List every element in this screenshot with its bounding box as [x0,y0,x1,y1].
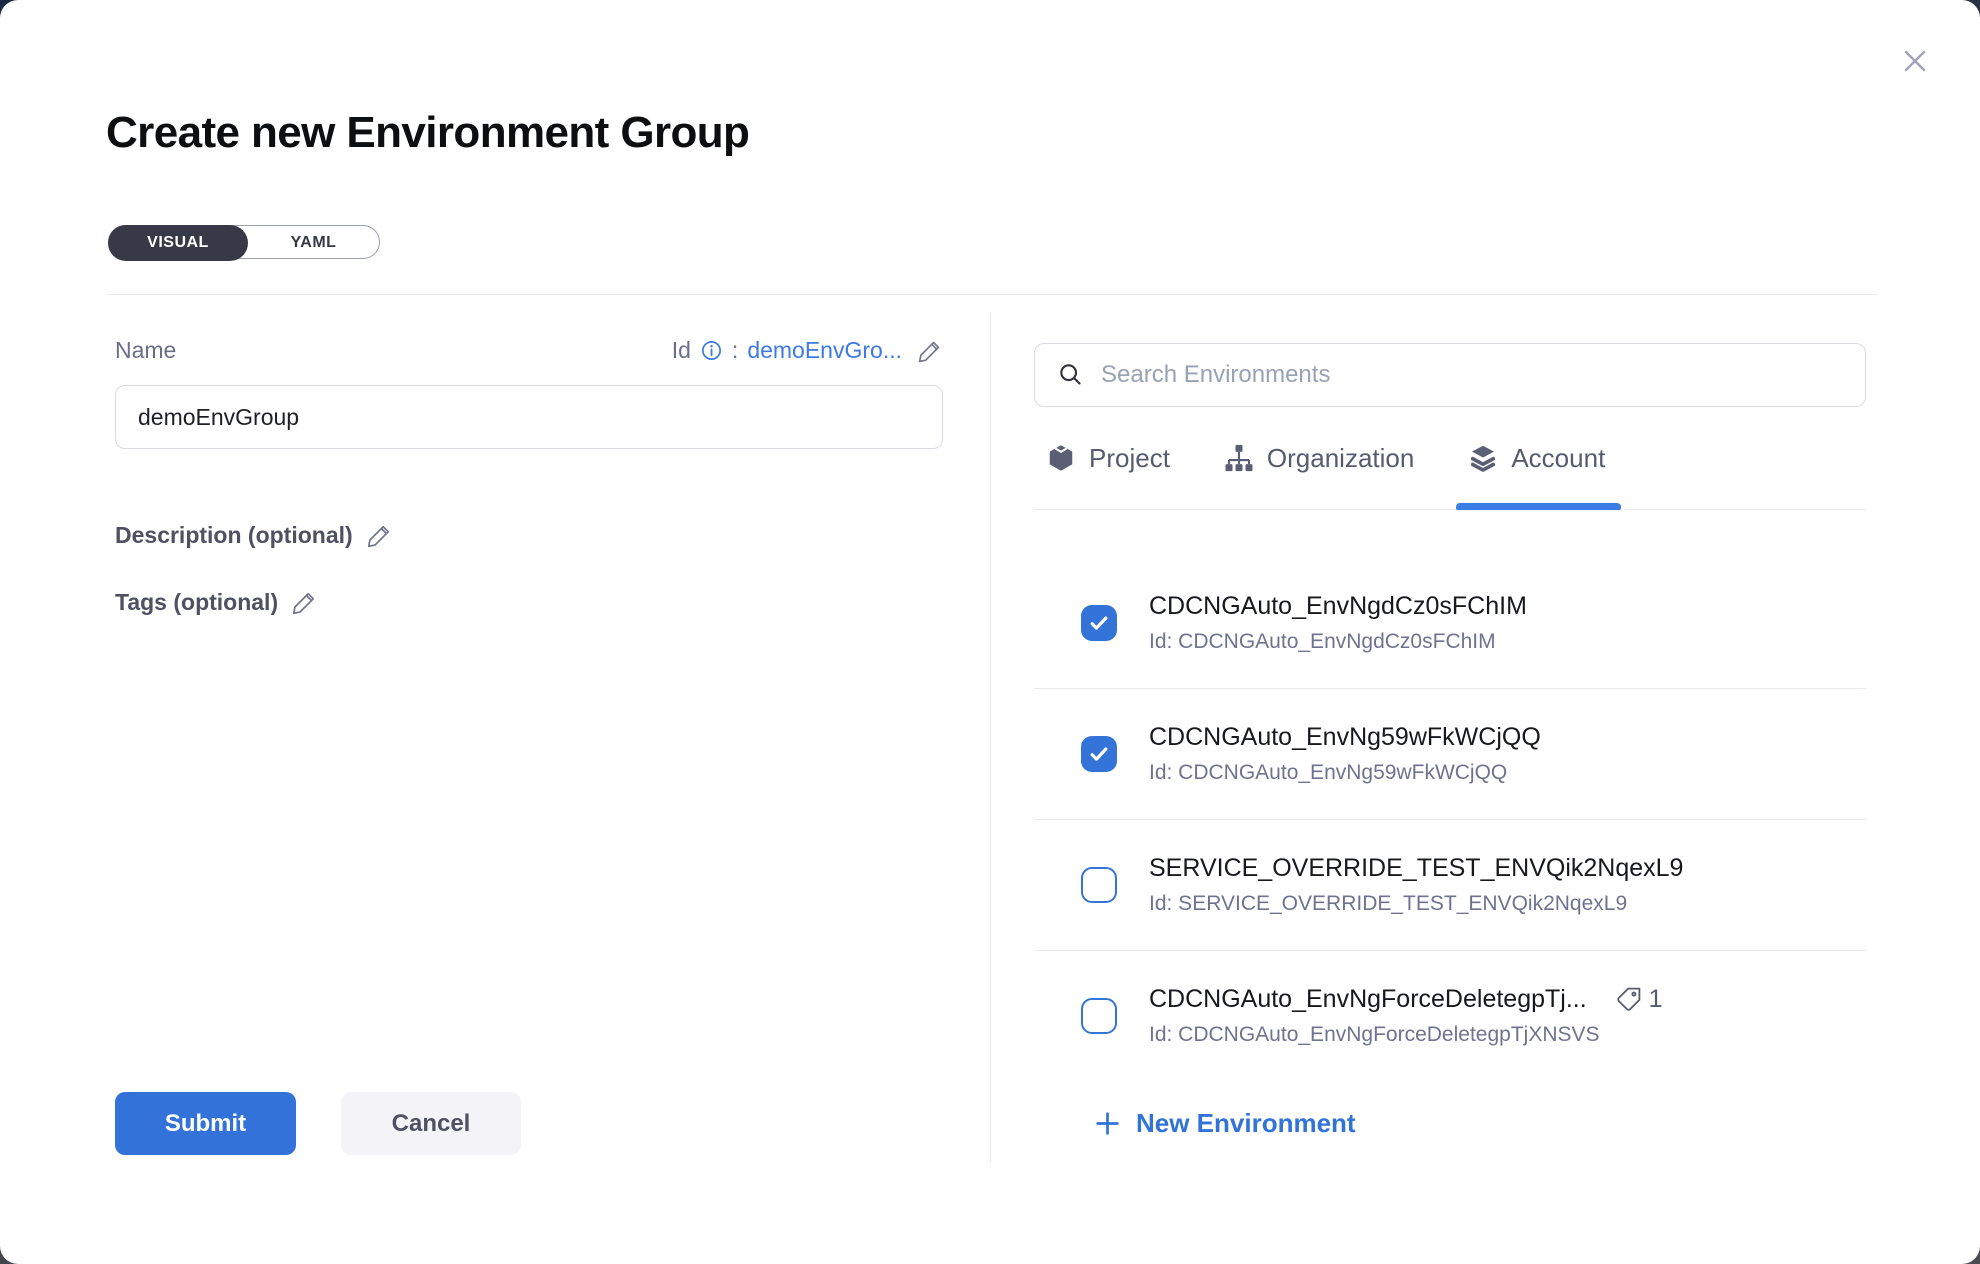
tab-account-label: Account [1511,443,1605,474]
cancel-button[interactable]: Cancel [341,1092,521,1155]
env-checkbox[interactable] [1081,867,1117,903]
env-tag-badge: 1 [1615,985,1663,1014]
cube-icon [1046,443,1076,473]
environment-row[interactable]: CDCNGAuto_EnvNgdCz0sFChIM Id: CDCNGAuto_… [1034,558,1866,689]
environment-row[interactable]: SERVICE_OVERRIDE_TEST_ENVQik2NqexL9 Id: … [1034,820,1866,951]
env-name-line: CDCNGAuto_EnvNgdCz0sFChIM [1149,592,1527,621]
org-chart-icon [1224,443,1254,473]
search-icon [1057,361,1085,389]
env-id: Id: SERVICE_OVERRIDE_TEST_ENVQik2NqexL9 [1149,892,1683,916]
env-id: Id: CDCNGAuto_EnvNg59wFkWCjQQ [1149,761,1541,785]
env-name: SERVICE_OVERRIDE_TEST_ENVQik2NqexL9 [1149,854,1683,883]
tab-organization-label: Organization [1267,443,1414,474]
env-id: Id: CDCNGAuto_EnvNgForceDeletegpTjXNSVS [1149,1023,1663,1047]
edit-description-pencil-icon[interactable] [366,522,393,549]
env-checkbox[interactable] [1081,998,1117,1034]
create-environment-group-dialog: Create new Environment Group VISUAL YAML… [0,0,1980,1264]
form-pane: Name Id : demoEnvGro... Description (opt… [115,295,943,616]
environment-list: CDCNGAuto_EnvNgdCz0sFChIM Id: CDCNGAuto_… [1034,510,1866,1051]
env-name-line: CDCNGAuto_EnvNgForceDeletegpTj... 1 [1149,985,1663,1014]
env-name-line: CDCNGAuto_EnvNg59wFkWCjQQ [1149,723,1541,752]
env-text: CDCNGAuto_EnvNgdCz0sFChIM Id: CDCNGAuto_… [1149,592,1527,654]
name-input[interactable] [115,385,943,449]
scope-tabs: Project Organization Account [1034,407,1866,510]
edit-tags-pencil-icon[interactable] [291,589,318,616]
info-icon[interactable] [700,339,723,362]
id-colon: : [732,337,738,364]
environment-group-id-link[interactable]: demoEnvGro... [747,337,902,364]
description-label: Description (optional) [115,522,353,549]
tag-icon [1615,986,1642,1013]
tag-count: 1 [1649,985,1663,1014]
action-buttons: Submit Cancel [115,1092,521,1155]
tab-project[interactable]: Project [1046,407,1170,509]
tab-project-label: Project [1089,443,1170,474]
env-name: CDCNGAuto_EnvNg59wFkWCjQQ [1149,723,1541,752]
close-icon [1895,41,1935,81]
search-environments-input[interactable] [1101,361,1843,389]
env-checkbox[interactable] [1081,605,1117,641]
env-checkbox[interactable] [1081,736,1117,772]
check-icon [1087,742,1111,766]
env-text: CDCNGAuto_EnvNg59wFkWCjQQ Id: CDCNGAuto_… [1149,723,1541,785]
plus-icon [1093,1109,1122,1138]
layers-icon [1468,443,1498,473]
visual-yaml-toggle: VISUAL YAML [108,225,380,259]
environment-row[interactable]: CDCNGAuto_EnvNg59wFkWCjQQ Id: CDCNGAuto_… [1034,689,1866,820]
env-text: CDCNGAuto_EnvNgForceDeletegpTj... 1 Id: … [1149,985,1663,1047]
env-text: SERVICE_OVERRIDE_TEST_ENVQik2NqexL9 Id: … [1149,854,1683,916]
env-id: Id: CDCNGAuto_EnvNgdCz0sFChIM [1149,630,1527,654]
close-button[interactable] [1892,38,1938,84]
tags-row: Tags (optional) [115,589,943,616]
toggle-yaml[interactable]: YAML [248,226,379,260]
id-label: Id [672,337,691,364]
edit-id-pencil-icon[interactable] [917,338,943,364]
environment-picker-pane: Project Organization Account [1034,343,1866,1143]
name-id-row: Name Id : demoEnvGro... [115,337,943,364]
id-group: Id : demoEnvGro... [672,337,943,364]
new-environment-button[interactable]: New Environment [1093,1108,1356,1139]
panel-divider [990,312,991,1162]
env-name: CDCNGAuto_EnvNgdCz0sFChIM [1149,592,1527,621]
env-name: CDCNGAuto_EnvNgForceDeletegpTj... [1149,985,1587,1014]
tab-organization[interactable]: Organization [1224,407,1414,509]
env-name-line: SERVICE_OVERRIDE_TEST_ENVQik2NqexL9 [1149,854,1683,883]
description-row: Description (optional) [115,522,943,549]
tab-account[interactable]: Account [1468,407,1605,509]
name-label: Name [115,337,176,364]
check-icon [1087,611,1111,635]
search-box [1034,343,1866,407]
tags-label: Tags (optional) [115,589,278,616]
page-title: Create new Environment Group [106,108,749,158]
submit-button[interactable]: Submit [115,1092,296,1155]
toggle-visual[interactable]: VISUAL [108,225,248,261]
new-environment-label: New Environment [1136,1108,1356,1139]
environment-row[interactable]: CDCNGAuto_EnvNgForceDeletegpTj... 1 Id: … [1034,951,1866,1051]
